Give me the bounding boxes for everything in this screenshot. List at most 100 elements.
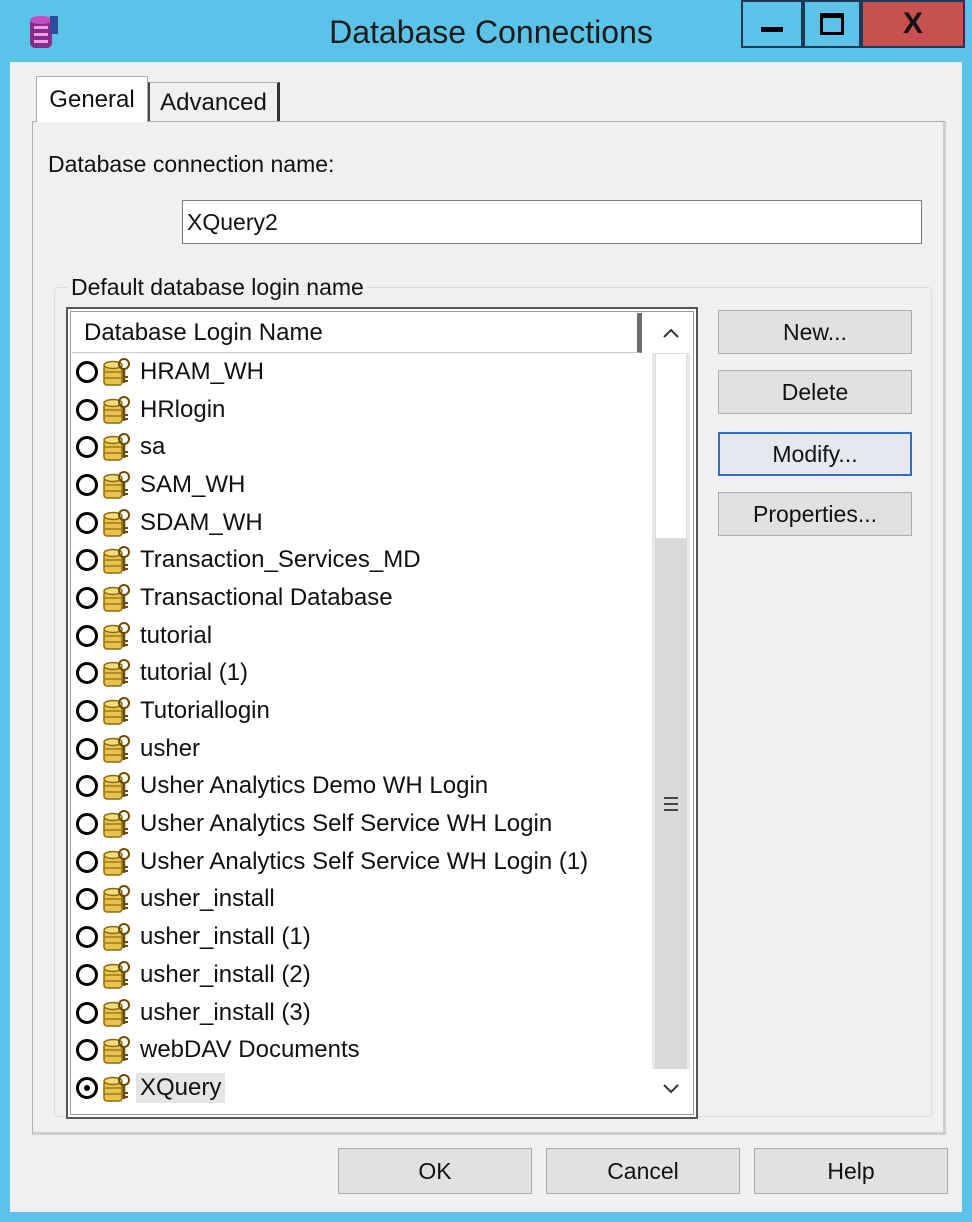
maximize-button[interactable] bbox=[803, 0, 861, 48]
login-list[interactable]: Database Login Name HRAM_WH HRlogin sa SAM_… bbox=[66, 307, 698, 1119]
login-radio-button[interactable] bbox=[76, 436, 98, 459]
modify-button[interactable]: Modify... bbox=[718, 432, 912, 476]
database-login-icon bbox=[103, 697, 130, 725]
login-row[interactable]: Usher Analytics Demo WH Login bbox=[74, 768, 644, 806]
close-icon: X bbox=[902, 7, 923, 40]
login-row[interactable]: XQuery bbox=[74, 1069, 644, 1107]
database-login-icon bbox=[103, 659, 130, 688]
login-name-label: Transactional Database bbox=[140, 583, 393, 611]
login-row[interactable]: Usher Analytics Self Service WH Login (1… bbox=[74, 843, 644, 881]
database-login-icon bbox=[103, 508, 130, 537]
properties-button[interactable]: Properties... bbox=[718, 492, 912, 536]
login-radio-button[interactable] bbox=[76, 1076, 98, 1099]
login-radio-button[interactable] bbox=[76, 360, 98, 383]
login-name-label: usher bbox=[140, 734, 201, 762]
login-name-label: XQuery bbox=[136, 1072, 226, 1103]
minimize-button[interactable] bbox=[741, 0, 803, 48]
login-radio-button[interactable] bbox=[76, 926, 98, 949]
login-row[interactable]: Tutoriallogin bbox=[74, 692, 644, 730]
tab-advanced[interactable]: Advanced bbox=[148, 82, 280, 122]
login-row[interactable]: webDAV Documents bbox=[74, 1031, 644, 1069]
ok-button[interactable]: OK bbox=[338, 1148, 532, 1194]
login-name-label: Transaction_Services_MD bbox=[140, 546, 421, 574]
new-button[interactable]: New... bbox=[718, 310, 912, 354]
database-login-icon bbox=[103, 810, 130, 838]
login-name-label: webDAV Documents bbox=[140, 1036, 360, 1064]
list-scrollbar[interactable] bbox=[652, 313, 690, 1109]
login-rows: HRAM_WH HRlogin sa SAM_WH SDAM_WH Transaction… bbox=[74, 353, 644, 1107]
login-radio-button[interactable] bbox=[76, 662, 98, 685]
close-button[interactable]: X bbox=[861, 0, 965, 48]
database-login-icon bbox=[103, 847, 130, 876]
login-radio-button[interactable] bbox=[76, 850, 98, 873]
connection-name-label-text: Database connection name: bbox=[48, 151, 335, 177]
login-name-label: sa bbox=[140, 433, 166, 461]
scroll-thumb-top[interactable] bbox=[655, 353, 687, 539]
login-radio-button[interactable] bbox=[76, 549, 98, 572]
scroll-grip-icon bbox=[664, 797, 678, 811]
database-login-icon bbox=[103, 1073, 130, 1102]
scroll-up-button[interactable] bbox=[652, 313, 690, 353]
login-radio-button[interactable] bbox=[76, 586, 98, 609]
delete-button[interactable]: Delete bbox=[718, 370, 912, 414]
login-radio-button[interactable] bbox=[76, 963, 98, 986]
login-row[interactable]: HRlogin bbox=[74, 391, 644, 429]
database-login-icon bbox=[103, 734, 130, 763]
login-name-label: Tutoriallogin bbox=[140, 697, 270, 725]
connection-name-input[interactable] bbox=[182, 200, 922, 244]
database-login-icon bbox=[103, 433, 130, 461]
scroll-thumb[interactable] bbox=[655, 539, 687, 1069]
database-login-icon bbox=[103, 395, 130, 424]
login-name-label: HRAM_WH bbox=[140, 357, 264, 385]
login-name-label: usher_install (1) bbox=[140, 923, 311, 951]
chevron-down-icon bbox=[663, 1084, 679, 1094]
login-radio-button[interactable] bbox=[76, 775, 98, 798]
database-login-icon bbox=[103, 998, 130, 1027]
tab-general[interactable]: General bbox=[36, 76, 148, 122]
login-row[interactable]: tutorial (1) bbox=[74, 655, 644, 693]
login-name-label: Usher Analytics Self Service WH Login bbox=[140, 810, 553, 838]
login-row[interactable]: sa bbox=[74, 428, 644, 466]
login-name-label: Usher Analytics Self Service WH Login (1… bbox=[140, 847, 589, 875]
login-row[interactable]: Transactional Database bbox=[74, 579, 644, 617]
login-row[interactable]: HRAM_WH bbox=[74, 353, 644, 391]
scroll-down-button[interactable] bbox=[652, 1069, 690, 1109]
login-row[interactable]: tutorial bbox=[74, 617, 644, 655]
dialog-client-area: General Advanced Database connection nam… bbox=[10, 62, 962, 1212]
minimize-icon bbox=[761, 26, 783, 32]
database-login-icon bbox=[103, 546, 130, 575]
login-row[interactable]: usher_install (3) bbox=[74, 994, 644, 1032]
login-radio-button[interactable] bbox=[76, 398, 98, 421]
login-row[interactable]: usher_install (1) bbox=[74, 918, 644, 956]
login-radio-button[interactable] bbox=[76, 737, 98, 760]
login-radio-button[interactable] bbox=[76, 1039, 98, 1062]
login-row[interactable]: usher bbox=[74, 730, 644, 768]
database-login-icon bbox=[103, 885, 130, 914]
login-row[interactable]: Transaction_Services_MD bbox=[74, 541, 644, 579]
title-bar[interactable]: Database Connections X bbox=[0, 0, 972, 62]
login-row[interactable]: Usher Analytics Self Service WH Login bbox=[74, 805, 644, 843]
dialog-window: Database Connections X General Advanced … bbox=[0, 0, 972, 1222]
login-radio-button[interactable] bbox=[76, 813, 98, 836]
login-row[interactable]: usher_install (2) bbox=[74, 956, 644, 994]
login-row[interactable]: usher_install bbox=[74, 881, 644, 919]
login-row[interactable]: SAM_WH bbox=[74, 466, 644, 504]
login-name-label: SDAM_WH bbox=[140, 508, 263, 536]
login-name-label: Usher Analytics Demo WH Login bbox=[140, 772, 489, 800]
login-row[interactable]: SDAM_WH bbox=[74, 504, 644, 542]
database-login-icon bbox=[103, 357, 130, 386]
database-login-icon bbox=[103, 923, 130, 951]
login-radio-button[interactable] bbox=[76, 700, 98, 723]
login-radio-button[interactable] bbox=[76, 473, 98, 496]
column-header-login-name[interactable]: Database Login Name bbox=[72, 313, 642, 353]
login-radio-button[interactable] bbox=[76, 511, 98, 534]
login-radio-button[interactable] bbox=[76, 888, 98, 911]
help-button[interactable]: Help bbox=[754, 1148, 948, 1194]
login-radio-button[interactable] bbox=[76, 1001, 98, 1024]
login-name-label: tutorial (1) bbox=[140, 659, 249, 687]
database-login-icon bbox=[103, 470, 130, 499]
connection-name-label: Database connection name: bbox=[48, 151, 334, 178]
login-radio-button[interactable] bbox=[76, 624, 98, 647]
default-login-group-label: Default database login name bbox=[68, 274, 367, 301]
cancel-button[interactable]: Cancel bbox=[546, 1148, 740, 1194]
